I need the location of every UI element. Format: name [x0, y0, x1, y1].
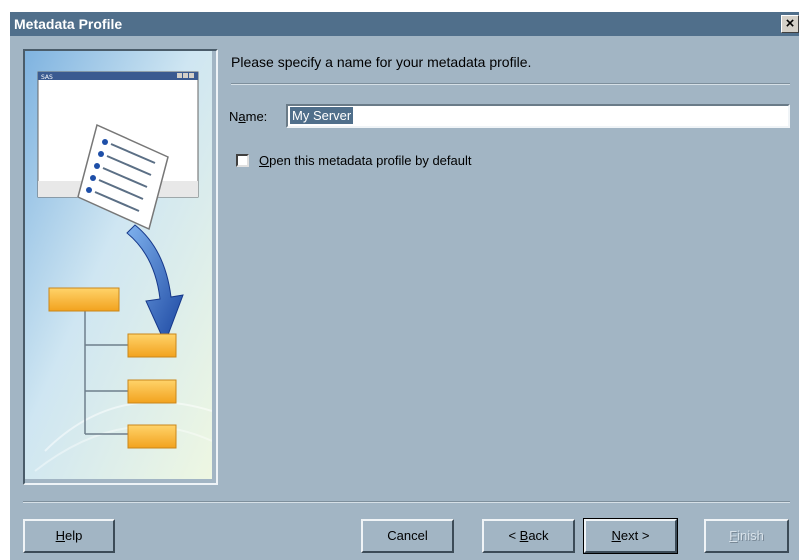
close-button[interactable]: ×: [781, 15, 799, 33]
default-profile-checkbox[interactable]: [236, 154, 249, 167]
title-bar: Metadata Profile ×: [10, 12, 799, 36]
back-button[interactable]: < Back: [482, 519, 575, 553]
close-icon: ×: [785, 15, 795, 32]
next-button[interactable]: Next >: [583, 518, 678, 554]
name-label: Name:: [229, 109, 268, 124]
mini-window-title: SAS: [41, 74, 53, 81]
illustration-graphic: SAS: [25, 51, 212, 479]
finish-button[interactable]: Finish: [704, 519, 789, 553]
header-separator: [231, 83, 790, 85]
name-input-value: My Server: [290, 107, 354, 124]
footer-separator: [23, 501, 790, 503]
help-button[interactable]: Help: [23, 519, 115, 553]
window-title: Metadata Profile: [14, 16, 123, 32]
name-input[interactable]: My Server: [286, 104, 790, 128]
metadata-profile-dialog: Metadata Profile × SAS Please specify a …: [10, 12, 799, 560]
default-profile-checkbox-label[interactable]: Open this metadata profile by default: [259, 153, 471, 168]
wizard-illustration: SAS: [23, 49, 218, 485]
prompt-text: Please specify a name for your metadata …: [231, 54, 532, 70]
cancel-button[interactable]: Cancel: [361, 519, 454, 553]
